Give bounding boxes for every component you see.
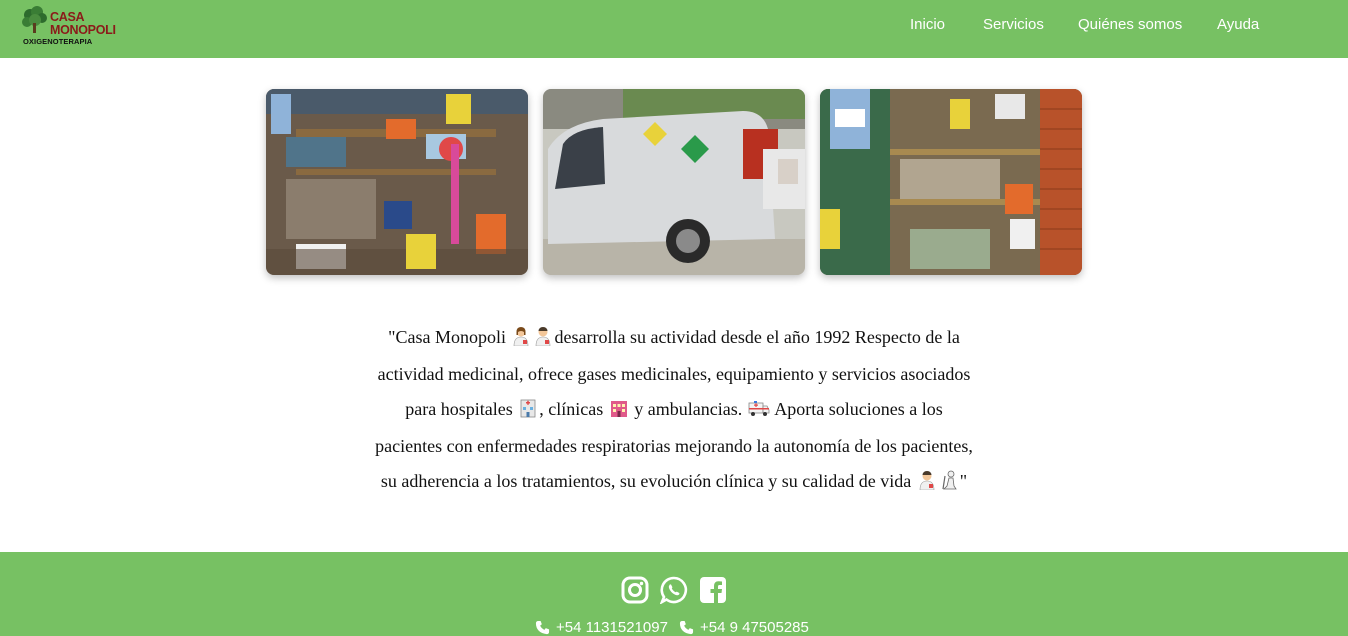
instagram-icon[interactable]: [621, 576, 649, 609]
phone-icon: [535, 620, 550, 635]
tree-icon: [22, 6, 47, 33]
woman-health-worker-icon: [511, 323, 531, 357]
whatsapp-icon[interactable]: [659, 576, 688, 609]
photo-storefront-window: [266, 89, 528, 275]
about-text-part1: "Casa Monopoli: [388, 327, 511, 347]
facebook-icon[interactable]: [699, 576, 727, 609]
about-quote: "Casa Monopoli desarrolla su actividad d…: [370, 320, 978, 501]
hospital-icon: [518, 395, 538, 429]
footer: +54 1131521097 +54 9 47505285: [0, 552, 1348, 636]
crutch-person-icon: [939, 467, 959, 501]
clinic-icon: [609, 395, 629, 429]
logo-text-oxigenoterapia: OXIGENOTERAPIA: [23, 37, 93, 46]
phone-number: +54 1131521097: [556, 619, 668, 636]
logo-text-casa: CASA: [50, 10, 85, 24]
phone-item[interactable]: +54 9 47505285: [679, 619, 809, 636]
header: CASA MONOPOLI OXIGENOTERAPIA Inicio Serv…: [0, 0, 1348, 58]
nav-item-quienes-somos[interactable]: Quiénes somos: [1078, 16, 1182, 33]
logo-text-monopoli: MONOPOLI: [50, 23, 116, 37]
nav-item-inicio[interactable]: Inicio: [910, 16, 945, 33]
phone-icon: [679, 620, 694, 635]
photo-delivery-van: [543, 89, 805, 275]
nav-item-servicios[interactable]: Servicios: [983, 16, 1044, 33]
photo-storefront-side: [820, 89, 1082, 275]
phone-number: +54 9 47505285: [700, 619, 809, 636]
nav-item-ayuda[interactable]: Ayuda: [1217, 16, 1259, 33]
about-text-part6: ": [959, 470, 968, 491]
man-health-worker-icon: [533, 323, 553, 357]
logo[interactable]: CASA MONOPOLI OXIGENOTERAPIA: [20, 5, 116, 47]
about-text-part3: , clínicas: [539, 398, 608, 419]
phone-item[interactable]: +54 1131521097: [535, 619, 668, 636]
ambulance-icon: [748, 395, 770, 429]
man-health-worker-icon: [917, 467, 937, 501]
about-text-part4: y ambulancias.: [629, 398, 747, 419]
